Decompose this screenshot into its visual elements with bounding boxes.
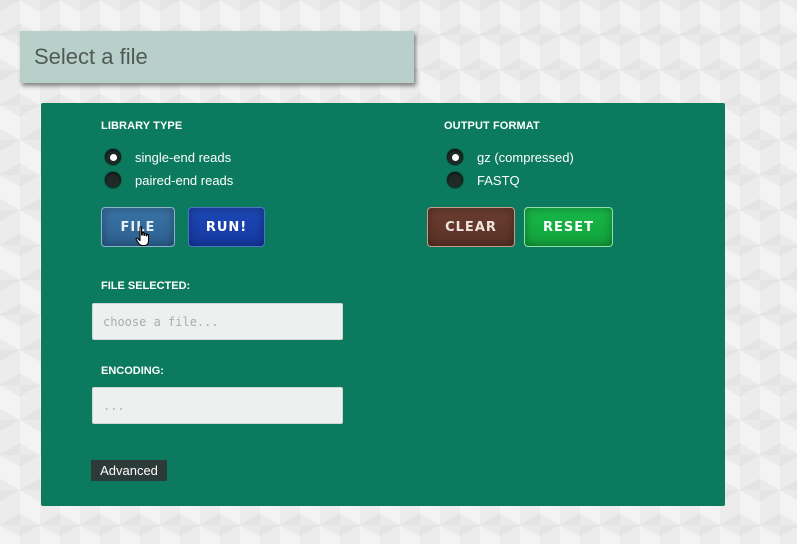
radio-button[interactable]: [447, 172, 463, 188]
radio-gz-compressed[interactable]: gz (compressed): [447, 149, 574, 165]
radio-label-paired-end: paired-end reads: [135, 172, 234, 188]
run-button[interactable]: RUN!: [188, 207, 265, 247]
radio-button-checked[interactable]: [105, 149, 121, 165]
library-type-heading: LIBRARY TYPE: [101, 120, 183, 132]
advanced-button[interactable]: Advanced: [91, 460, 167, 481]
hand-pointer-icon: [135, 226, 150, 247]
encoding-label: ENCODING:: [101, 365, 164, 377]
file-selected-label: FILE SELECTED:: [101, 280, 191, 292]
radio-button[interactable]: [105, 172, 121, 188]
clear-button[interactable]: CLEAR: [427, 207, 515, 247]
radio-label-single-end: single-end reads: [135, 149, 232, 165]
file-selected-field[interactable]: [92, 303, 343, 340]
encoding-field[interactable]: [92, 387, 343, 424]
main-panel: LIBRARY TYPE single-end reads paired-end…: [41, 103, 725, 506]
radio-label-fastq: FASTQ: [477, 172, 520, 188]
reset-button[interactable]: RESET: [524, 207, 613, 247]
page-title: Select a file: [34, 44, 148, 69]
radio-button-checked[interactable]: [447, 149, 463, 165]
radio-label-gz: gz (compressed): [477, 149, 574, 165]
radio-single-end[interactable]: single-end reads: [105, 149, 231, 165]
radio-paired-end[interactable]: paired-end reads: [105, 172, 233, 188]
radio-fastq[interactable]: FASTQ: [447, 172, 520, 188]
page-title-bar: Select a file: [20, 31, 414, 83]
output-format-heading: OUTPUT FORMAT: [444, 120, 540, 132]
